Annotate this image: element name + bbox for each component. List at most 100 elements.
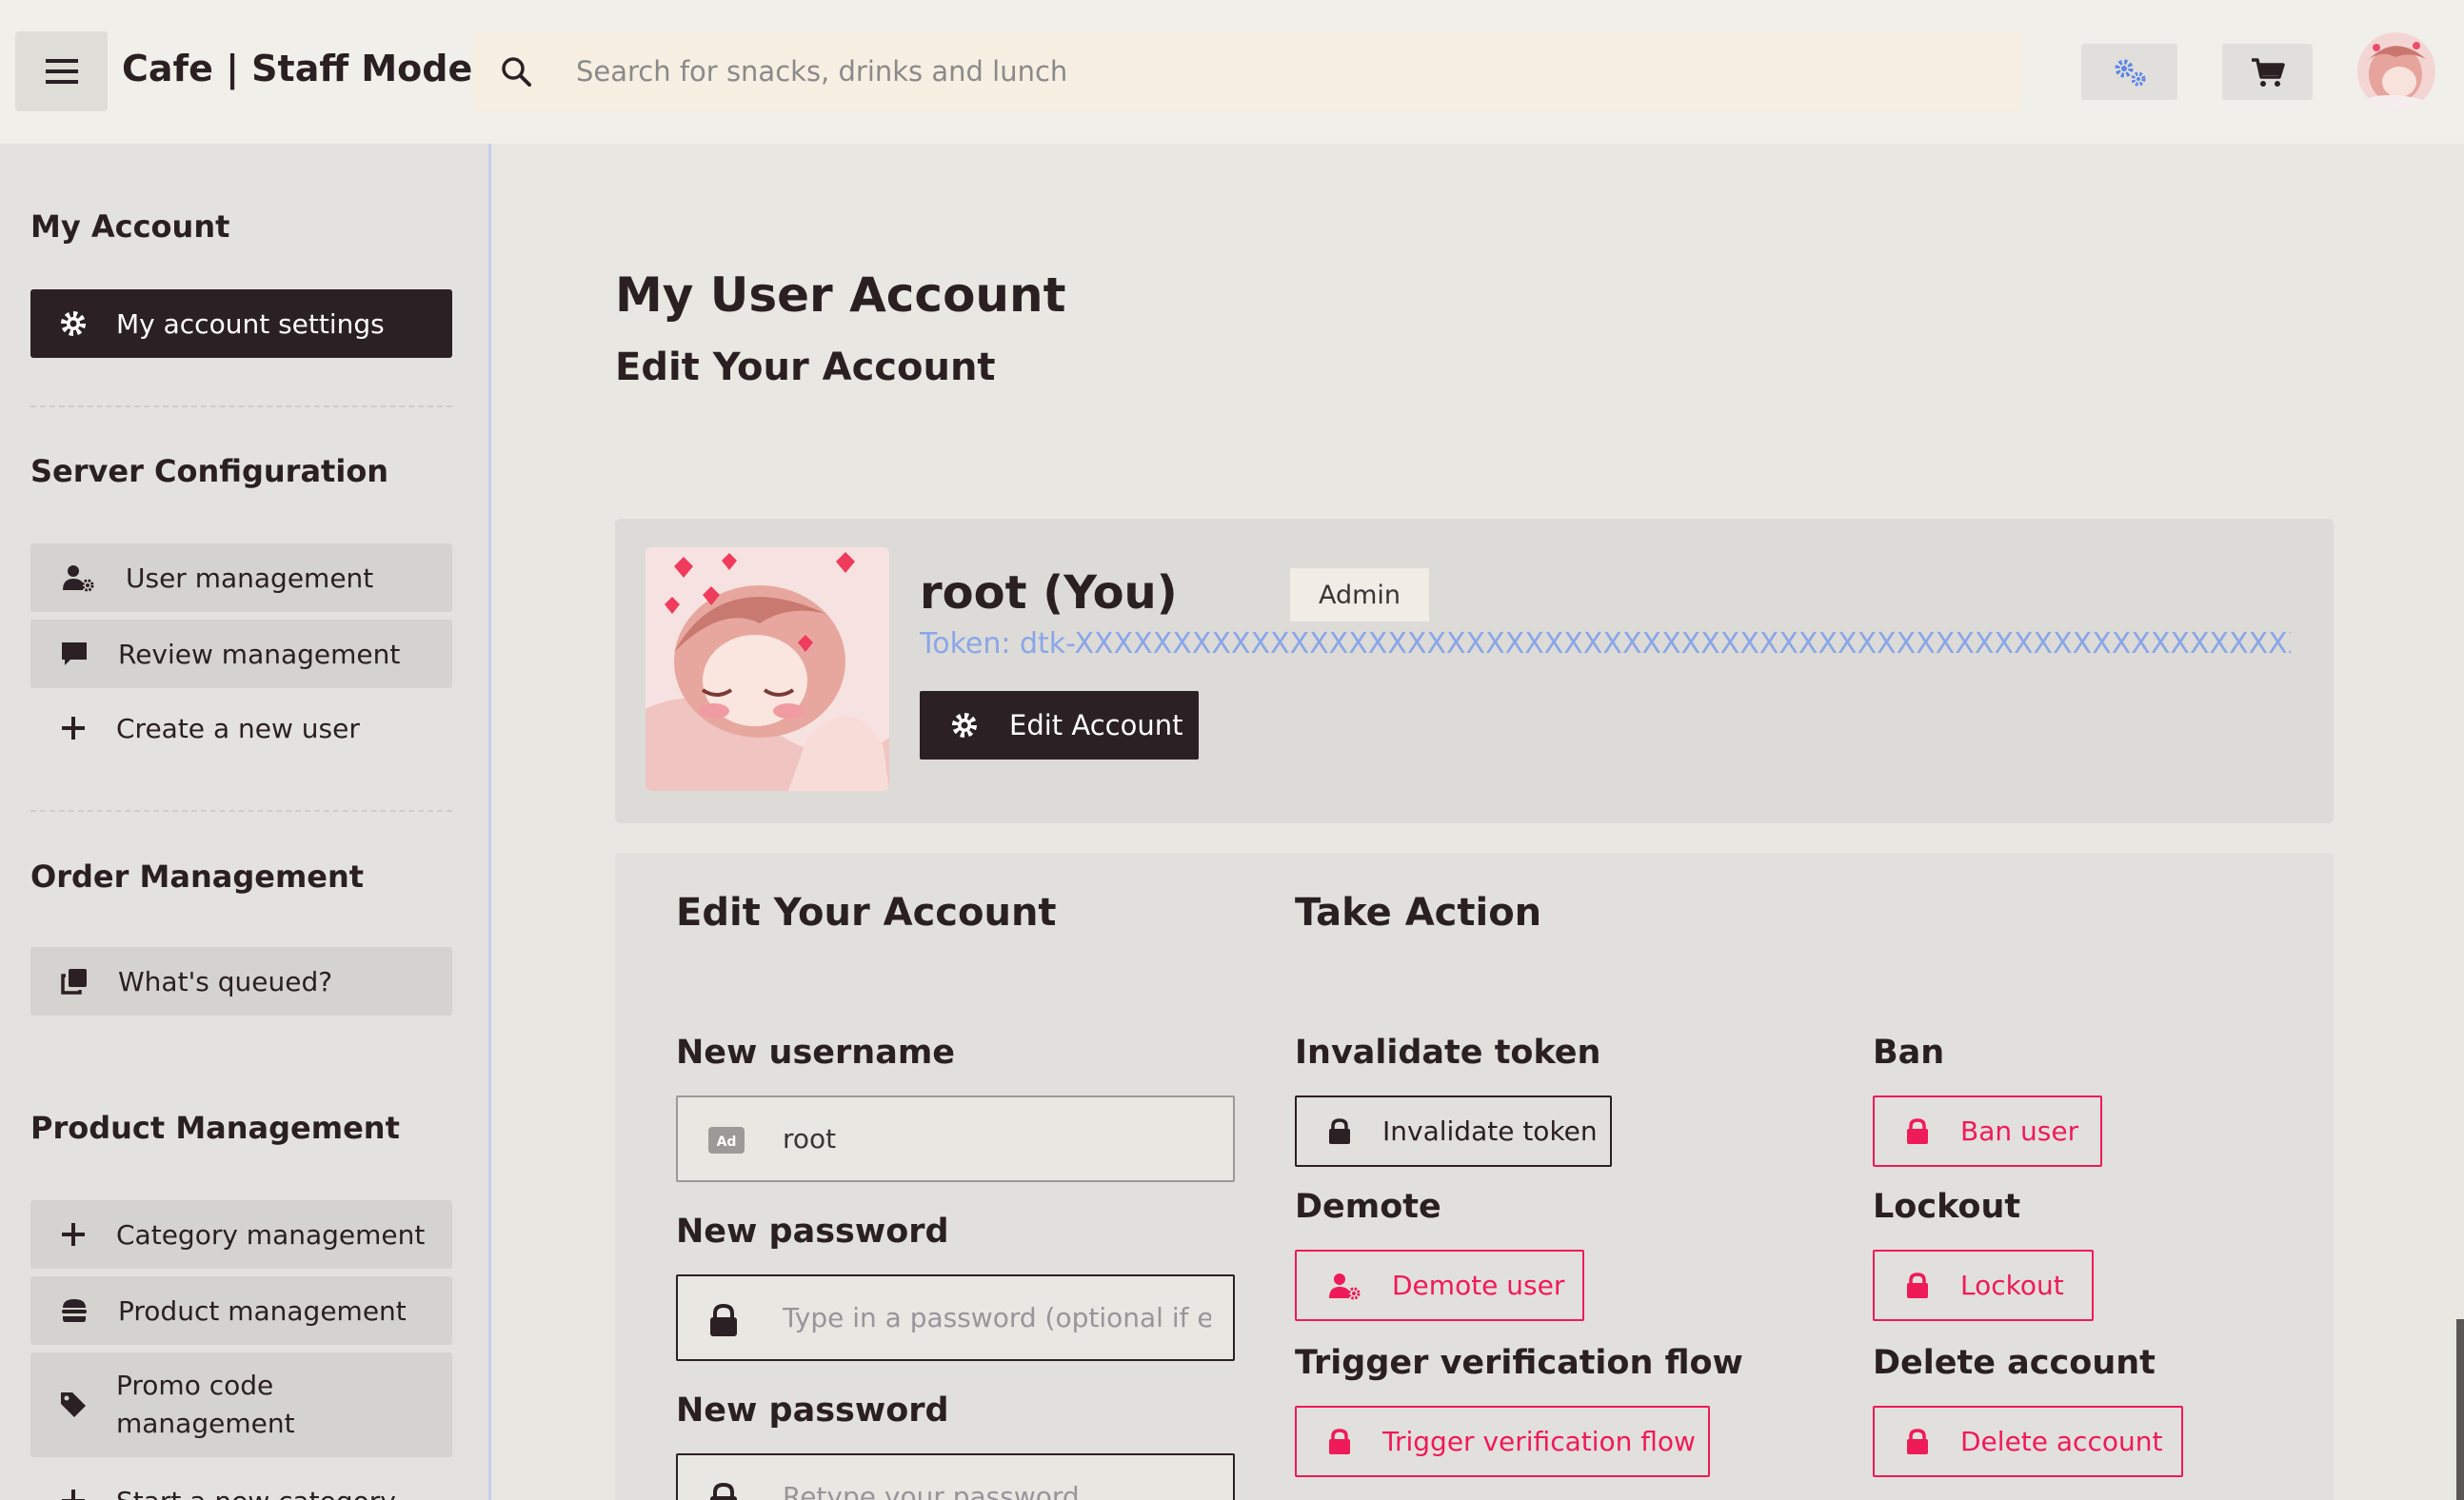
sidebar-heading-order-management: Order Management bbox=[30, 859, 365, 895]
sidebar-heading-server-configuration: Server Configuration bbox=[30, 453, 389, 489]
gears-icon bbox=[2115, 59, 2145, 86]
sidebar-item-label: User management bbox=[126, 562, 374, 594]
lock-icon bbox=[1875, 1272, 1960, 1300]
trigger-verification-button[interactable]: Trigger verification flow bbox=[1295, 1406, 1710, 1477]
cart-button[interactable] bbox=[2222, 44, 2313, 100]
username-input[interactable] bbox=[783, 1097, 1211, 1180]
staff-settings-button[interactable] bbox=[2081, 44, 2177, 100]
retype-password-label: New password bbox=[676, 1391, 949, 1430]
edit-account-heading: Edit Your Account bbox=[676, 891, 1057, 935]
page-scrollbar-thumb[interactable] bbox=[2456, 1319, 2464, 1500]
top-bar: Cafe | Staff Mode bbox=[0, 0, 2464, 144]
invalidate-token-button-label: Invalidate token bbox=[1382, 1115, 1598, 1147]
search-input[interactable] bbox=[576, 31, 1985, 111]
lockout-button[interactable]: Lockout bbox=[1873, 1250, 2094, 1321]
profile-image bbox=[646, 547, 889, 791]
user-avatar[interactable] bbox=[2357, 32, 2435, 110]
demote-user-button[interactable]: Demote user bbox=[1295, 1250, 1584, 1321]
sidebar-item-label: My account settings bbox=[116, 307, 385, 340]
sidebar-item-user-management[interactable]: User management bbox=[30, 543, 452, 612]
sidebar-item-label-line1: Promo code bbox=[116, 1370, 274, 1401]
api-token: Token: dtk-XXXXXXXXXXXXXXXXXXXXXXXXXXXXX… bbox=[920, 627, 2291, 661]
sidebar-divider bbox=[30, 405, 452, 407]
retype-password-input[interactable] bbox=[783, 1455, 1211, 1500]
retype-password-field[interactable] bbox=[676, 1453, 1235, 1500]
hamburger-icon bbox=[45, 59, 78, 84]
ban-user-button[interactable]: Ban user bbox=[1873, 1095, 2102, 1167]
lockout-button-label: Lockout bbox=[1960, 1270, 2064, 1301]
sidebar-item-start-new-category[interactable]: Start a new category bbox=[30, 1467, 452, 1500]
sidebar-item-label: Promo code management bbox=[116, 1367, 295, 1443]
user-gear-icon bbox=[1297, 1272, 1392, 1300]
plus-icon bbox=[30, 1220, 116, 1249]
lock-icon bbox=[710, 1303, 737, 1336]
sidebar-divider bbox=[30, 810, 452, 812]
sidebar-item-label: Review management bbox=[118, 638, 401, 670]
sidebar-item-my-account-settings[interactable]: My account settings bbox=[30, 289, 452, 358]
sidebar: My Account My account settings Server Co… bbox=[0, 144, 491, 1500]
sidebar-item-review-management[interactable]: Review management bbox=[30, 620, 452, 688]
clone-icon bbox=[30, 967, 118, 996]
sidebar-item-whats-queued[interactable]: What's queued? bbox=[30, 947, 452, 1016]
trigger-verification-button-label: Trigger verification flow bbox=[1382, 1426, 1696, 1457]
profile-picture bbox=[646, 547, 889, 791]
search-icon bbox=[502, 57, 531, 87]
sidebar-item-label-line2: management bbox=[116, 1408, 295, 1439]
lock-icon bbox=[1297, 1117, 1382, 1146]
menu-toggle-button[interactable] bbox=[15, 31, 108, 111]
comment-icon bbox=[30, 640, 118, 668]
new-password-input[interactable] bbox=[783, 1276, 1211, 1359]
invalidate-token-label: Invalidate token bbox=[1295, 1034, 1601, 1072]
sidebar-item-product-management[interactable]: Product management bbox=[30, 1276, 452, 1345]
burger-icon bbox=[30, 1296, 118, 1325]
user-gear-icon bbox=[30, 563, 126, 592]
edit-account-label: Edit Account bbox=[1009, 709, 1183, 741]
gear-icon bbox=[920, 711, 1009, 740]
lockout-label: Lockout bbox=[1873, 1188, 2021, 1226]
sidebar-item-create-user[interactable]: Create a new user bbox=[30, 694, 452, 762]
page-subtitle: Edit Your Account bbox=[615, 345, 996, 389]
plus-icon bbox=[30, 1487, 116, 1500]
page-title: My User Account bbox=[615, 267, 1066, 323]
app-title: Cafe | Staff Mode bbox=[122, 48, 473, 89]
new-password-label: New password bbox=[676, 1213, 949, 1251]
sidebar-item-label: Product management bbox=[118, 1294, 407, 1327]
sidebar-item-label: What's queued? bbox=[118, 965, 333, 997]
sidebar-item-label: Category management bbox=[116, 1218, 426, 1251]
role-badge: Admin bbox=[1290, 568, 1429, 622]
ban-user-button-label: Ban user bbox=[1960, 1115, 2079, 1147]
take-action-heading: Take Action bbox=[1295, 891, 1542, 935]
svg-text:Ad: Ad bbox=[717, 1135, 737, 1150]
sidebar-item-category-management[interactable]: Category management bbox=[30, 1200, 452, 1269]
demote-user-button-label: Demote user bbox=[1392, 1270, 1565, 1301]
lock-icon bbox=[1297, 1428, 1382, 1456]
lock-icon bbox=[1875, 1428, 1960, 1456]
id-card-icon: Ad bbox=[708, 1127, 745, 1154]
invalidate-token-button[interactable]: Invalidate token bbox=[1295, 1095, 1612, 1167]
sidebar-heading-my-account: My Account bbox=[30, 208, 230, 245]
profile-card: root (You) Admin Token: dtk-XXXXXXXXXXXX… bbox=[615, 519, 2334, 823]
username-label: New username bbox=[676, 1034, 956, 1072]
delete-account-label: Delete account bbox=[1873, 1344, 2156, 1382]
delete-account-button[interactable]: Delete account bbox=[1873, 1406, 2183, 1477]
edit-account-button[interactable]: Edit Account bbox=[920, 691, 1199, 760]
main-content: My User Account Edit Your Account root (… bbox=[494, 144, 2464, 1500]
gear-icon bbox=[30, 309, 116, 338]
search-bar[interactable] bbox=[473, 31, 2021, 111]
username-field[interactable]: Ad bbox=[676, 1095, 1235, 1182]
sidebar-item-label: Create a new user bbox=[116, 712, 360, 744]
cart-icon bbox=[2251, 57, 2285, 87]
avatar-image bbox=[2357, 32, 2435, 110]
new-password-field[interactable] bbox=[676, 1274, 1235, 1361]
ban-label: Ban bbox=[1873, 1034, 1945, 1072]
profile-name: root (You) bbox=[920, 566, 1178, 620]
verification-flow-label: Trigger verification flow bbox=[1295, 1344, 1743, 1382]
lock-icon bbox=[1875, 1117, 1960, 1146]
tag-icon bbox=[30, 1391, 116, 1419]
demote-label: Demote bbox=[1295, 1188, 1441, 1226]
sidebar-item-promo-code-management[interactable]: Promo code management bbox=[30, 1352, 452, 1457]
lock-icon bbox=[710, 1482, 737, 1500]
delete-account-button-label: Delete account bbox=[1960, 1426, 2163, 1457]
plus-icon bbox=[30, 714, 116, 742]
sidebar-item-label: Start a new category bbox=[116, 1486, 396, 1500]
